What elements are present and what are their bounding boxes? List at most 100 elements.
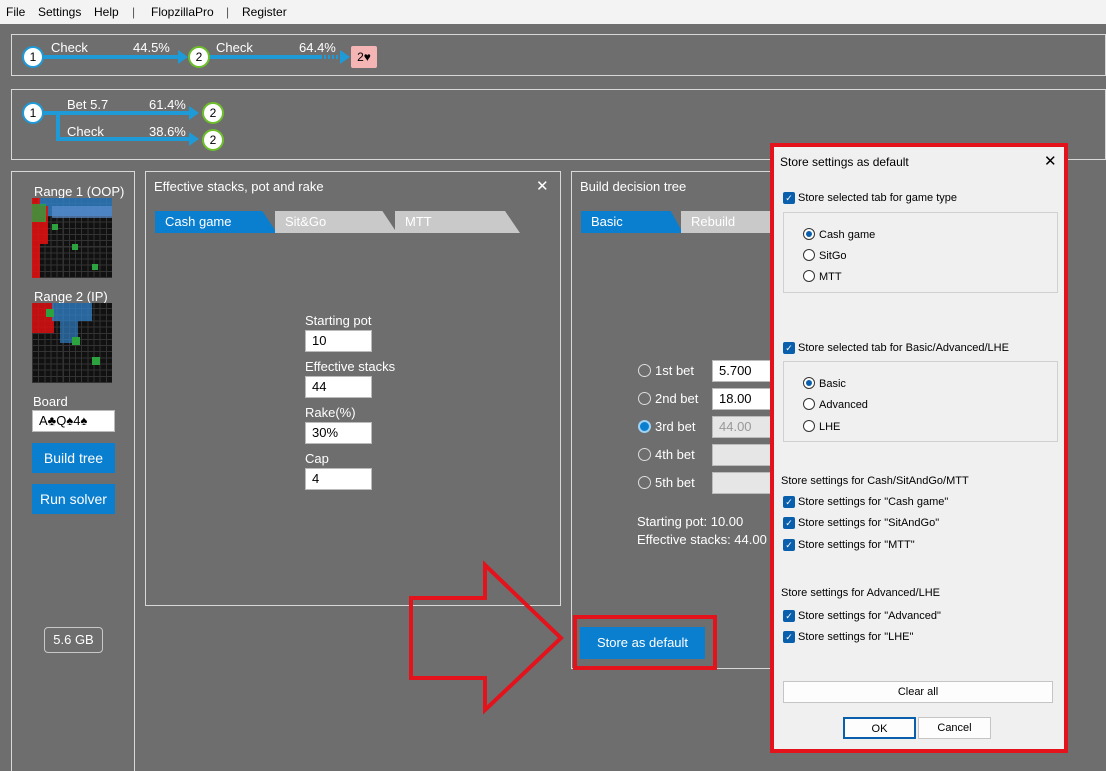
checkbox-icon[interactable]: ✓ <box>783 539 795 551</box>
bet-label: 2nd bet <box>655 391 699 406</box>
radio-advanced[interactable] <box>803 398 815 410</box>
tab-cash-game[interactable]: Cash game <box>155 211 277 233</box>
effective-stacks-summary: Effective stacks: 44.00 <box>637 532 767 547</box>
radio-lhe[interactable] <box>803 420 815 432</box>
tab-basic[interactable]: Basic <box>581 211 683 233</box>
checkbox-icon[interactable]: ✓ <box>783 192 795 204</box>
close-icon[interactable]: ✕ <box>536 177 549 195</box>
bet-label: 3rd bet <box>655 419 696 434</box>
section-adv-label: Store settings for Advanced/LHE <box>781 587 940 599</box>
tree-edge <box>210 55 320 59</box>
menu-file[interactable]: File <box>6 5 25 19</box>
run-solver-button[interactable]: Run solver <box>32 484 115 514</box>
basic-type-option[interactable]: LHE <box>819 421 840 433</box>
menu-help[interactable]: Help <box>94 5 119 19</box>
effective-stacks-label: Effective stacks <box>305 359 396 374</box>
bet-input[interactable] <box>712 444 772 466</box>
effective-stacks-input[interactable]: 44 <box>305 376 372 398</box>
cap-label: Cap <box>305 451 329 466</box>
radio-basic[interactable] <box>803 377 815 389</box>
tree-node-2[interactable]: 2 <box>188 46 210 68</box>
tree-action-percent: 64.4% <box>299 40 336 55</box>
tab-rebuild[interactable]: Rebuild <box>681 211 776 233</box>
bet-label: 1st bet <box>655 363 695 378</box>
bet-label: 5th bet <box>655 475 695 490</box>
turn-card[interactable]: 2♥ <box>351 46 377 68</box>
rake-input[interactable]: 30% <box>305 422 372 444</box>
bet-input[interactable]: 44.00 <box>712 416 772 438</box>
menu-flopzillapro[interactable]: FlopzillaPro <box>151 5 214 19</box>
range1-grid[interactable] <box>32 198 112 278</box>
tree-action-percent: 38.6% <box>149 124 186 139</box>
adv-setting-item[interactable]: Store settings for "LHE" <box>798 631 913 643</box>
board-label: Board <box>33 394 68 409</box>
cap-input[interactable]: 4 <box>305 468 372 490</box>
bet-radio[interactable] <box>638 420 651 433</box>
tab-sit-go[interactable]: Sit&Go <box>275 211 397 233</box>
cash-setting-item[interactable]: Store settings for "Cash game" <box>798 496 948 508</box>
arrow-right-icon <box>189 132 199 146</box>
radio-mtt[interactable] <box>803 270 815 282</box>
store-tab-basic-label[interactable]: Store selected tab for Basic/Advanced/LH… <box>798 342 1009 354</box>
cash-setting-item[interactable]: Store settings for "SitAndGo" <box>798 517 939 529</box>
tree-action-percent: 61.4% <box>149 97 186 112</box>
checkbox-icon[interactable]: ✓ <box>783 631 795 643</box>
arrow-right-icon <box>409 560 564 715</box>
basic-type-group: Basic Advanced LHE <box>783 361 1058 442</box>
game-type-group: Cash game SitGo MTT <box>783 212 1058 293</box>
tree-node-1[interactable]: 1 <box>22 102 44 124</box>
menu-settings[interactable]: Settings <box>38 5 81 19</box>
action-tree-row-1: 1 Check 44.5% 2 Check 64.4% 2♥ <box>11 34 1106 76</box>
memory-indicator: 5.6 GB <box>44 627 103 653</box>
tree-action-percent: 44.5% <box>133 40 170 55</box>
tree-node-1[interactable]: 1 <box>22 46 44 68</box>
tree-action-label[interactable]: Check <box>67 124 104 139</box>
range1-label: Range 1 (OOP) <box>34 184 125 199</box>
tree-action-label[interactable]: Check <box>51 40 88 55</box>
store-as-default-button[interactable]: Store as default <box>580 627 705 659</box>
tree-action-label[interactable]: Check <box>216 40 253 55</box>
decision-panel-title: Build decision tree <box>580 179 687 194</box>
build-tree-button[interactable]: Build tree <box>32 443 115 473</box>
checkbox-icon[interactable]: ✓ <box>783 517 795 529</box>
bet-radio[interactable] <box>638 448 651 461</box>
menu-bar: File Settings Help | FlopzillaPro | Regi… <box>0 0 1106 24</box>
rake-label: Rake(%) <box>305 405 356 420</box>
arrow-right-icon <box>178 50 188 64</box>
tree-action-label[interactable]: Bet 5.7 <box>67 97 108 112</box>
tab-mtt[interactable]: MTT <box>395 211 520 233</box>
arrow-right-icon <box>189 106 199 120</box>
ok-button[interactable]: OK <box>843 717 916 739</box>
menu-register[interactable]: Register <box>242 5 287 19</box>
starting-pot-input[interactable]: 10 <box>305 330 372 352</box>
radio-cash-game[interactable] <box>803 228 815 240</box>
adv-setting-item[interactable]: Store settings for "Advanced" <box>798 610 941 622</box>
tree-node-2[interactable]: 2 <box>202 129 224 151</box>
range2-grid[interactable] <box>32 303 112 383</box>
bet-input[interactable] <box>712 472 772 494</box>
tree-node-2[interactable]: 2 <box>202 102 224 124</box>
basic-type-option[interactable]: Advanced <box>819 399 868 411</box>
cancel-button[interactable]: Cancel <box>918 717 991 739</box>
bet-radio[interactable] <box>638 392 651 405</box>
store-tab-game-type-label[interactable]: Store selected tab for game type <box>798 192 957 204</box>
basic-type-option[interactable]: Basic <box>819 378 846 390</box>
checkbox-icon[interactable]: ✓ <box>783 496 795 508</box>
bet-input[interactable]: 5.700 <box>712 360 772 382</box>
close-icon[interactable]: ✕ <box>1044 152 1057 170</box>
game-type-option[interactable]: SitGo <box>819 250 847 262</box>
decision-tree-panel: Build decision tree Basic Rebuild 1st be… <box>571 171 776 669</box>
board-input[interactable]: A♣Q♠4♠ <box>32 410 115 432</box>
bet-radio[interactable] <box>638 476 651 489</box>
radio-sitgo[interactable] <box>803 249 815 261</box>
bet-radio[interactable] <box>638 364 651 377</box>
checkbox-icon[interactable]: ✓ <box>783 342 795 354</box>
store-settings-dialog: Store settings as default ✕ ✓ Store sele… <box>770 143 1068 753</box>
game-type-option[interactable]: Cash game <box>819 229 875 241</box>
starting-pot-label: Starting pot <box>305 313 372 328</box>
clear-all-button[interactable]: Clear all <box>783 681 1053 703</box>
bet-input[interactable]: 18.00 <box>712 388 772 410</box>
cash-setting-item[interactable]: Store settings for "MTT" <box>798 539 915 551</box>
game-type-option[interactable]: MTT <box>819 271 842 283</box>
checkbox-icon[interactable]: ✓ <box>783 610 795 622</box>
